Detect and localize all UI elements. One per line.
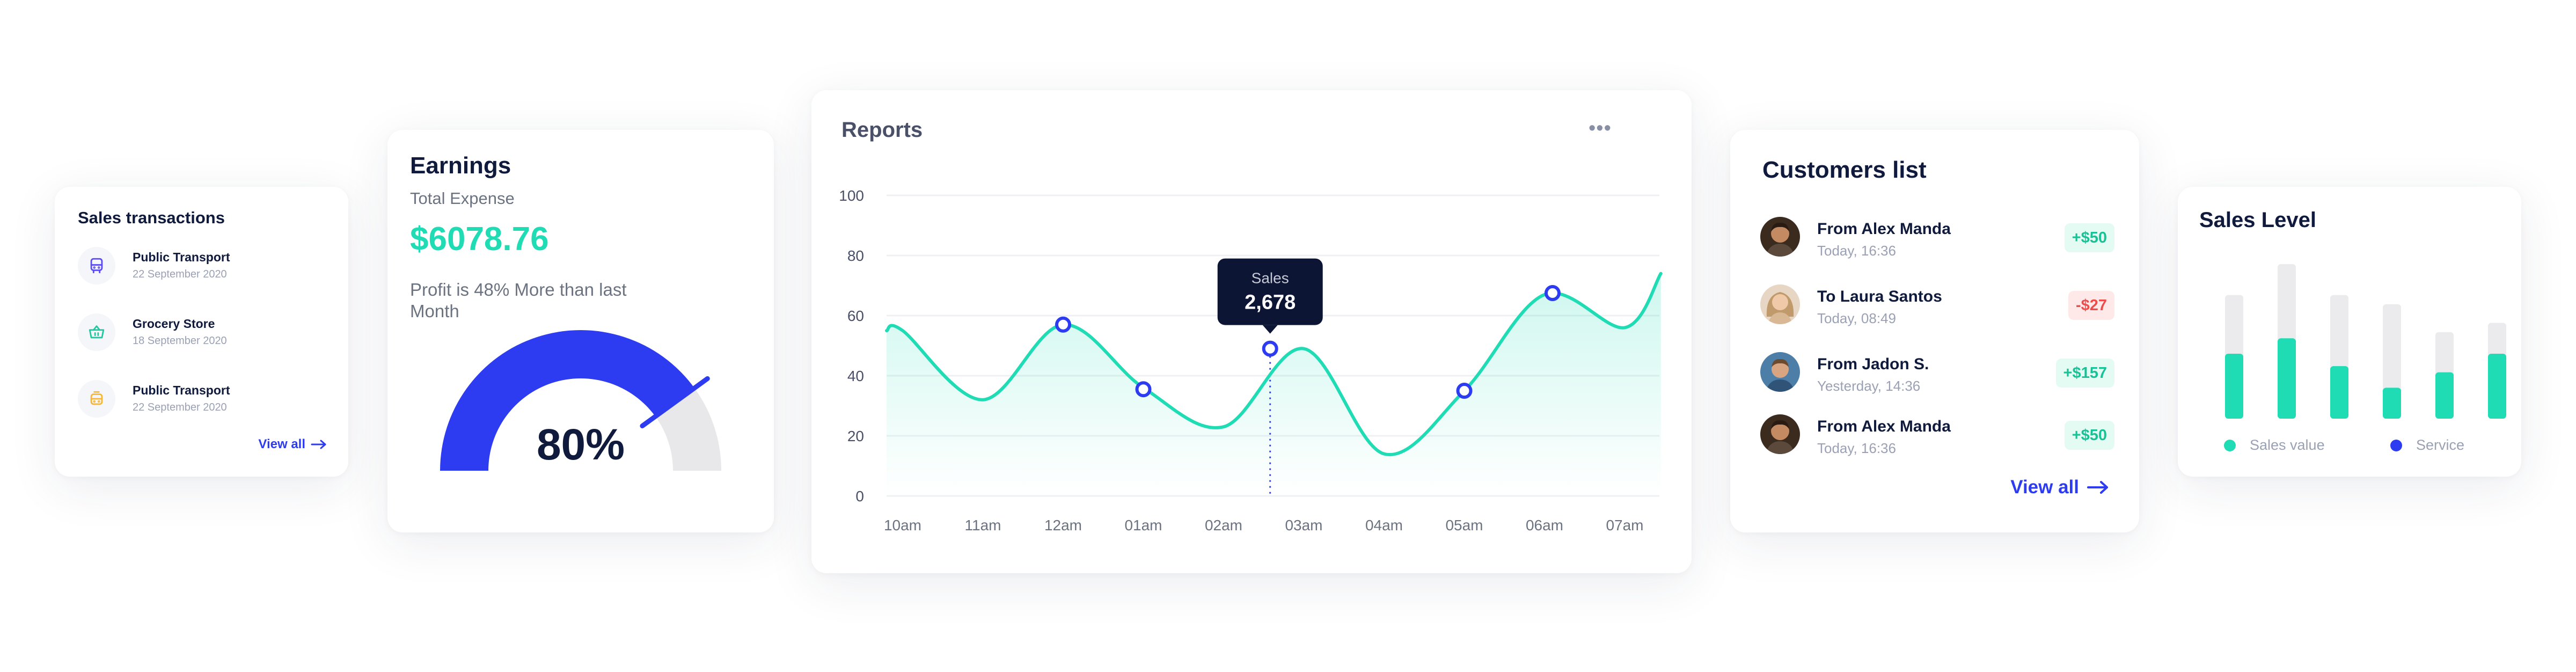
- amount-badge: -$27: [2068, 291, 2114, 320]
- transaction-item[interactable]: Public Transport 22 September 2020: [78, 247, 325, 290]
- data-point-marker[interactable]: [1055, 316, 1071, 333]
- bus-icon: [78, 247, 115, 284]
- customers-list-card: Customers list From Alex Manda Today, 16…: [1730, 130, 2139, 532]
- legend-service: Service: [2390, 437, 2464, 454]
- avatar: [1760, 217, 1800, 257]
- sales-transactions-card: Sales transactions Public Transport 22 S…: [55, 187, 348, 477]
- customers-list-title: Customers list: [1762, 157, 1927, 183]
- y-tick-label: 20: [847, 428, 864, 444]
- y-tick-label: 60: [847, 308, 864, 324]
- customer-name: From Alex Manda: [1817, 418, 1951, 435]
- view-all-label: View all: [258, 437, 305, 451]
- y-tick-label: 100: [839, 187, 864, 204]
- y-tick-label: 80: [847, 247, 864, 264]
- customer-name: From Jadon S.: [1817, 355, 1929, 373]
- sales-view-all-link[interactable]: View all: [258, 437, 327, 452]
- x-tick-label: 01am: [1124, 517, 1162, 534]
- reports-card: 0 20 40 60 80 100 10am 11am 12am 01am 02am 03am 04a…: [811, 90, 1692, 573]
- customer-name: To Laura Santos: [1817, 288, 1942, 305]
- earnings-subtitle: Total Expense: [410, 189, 515, 208]
- x-tick-label: 07am: [1606, 517, 1643, 534]
- earnings-card: Earnings Total Expense $6078.76 Profit i…: [387, 130, 774, 532]
- sales-level-card: Sales Level Sales value Service: [2178, 187, 2521, 477]
- sales-level-bar-chart: [2225, 264, 2506, 419]
- transaction-date: 22 September 2020: [133, 401, 227, 413]
- view-all-label: View all: [2010, 477, 2079, 498]
- reports-line-chart: 0 20 40 60 80 100 10am 11am 12am 01am 02am 03am 04a…: [839, 187, 1663, 534]
- customer-name: From Alex Manda: [1817, 220, 1951, 238]
- customer-time: Today, 16:36: [1817, 243, 1896, 259]
- tooltip-label: Sales: [1252, 270, 1289, 287]
- earnings-title: Earnings: [410, 152, 511, 179]
- x-tick-label: 06am: [1526, 517, 1563, 534]
- y-tick-label: 0: [855, 488, 864, 505]
- avatar: [1760, 414, 1800, 454]
- transaction-name: Grocery Store: [133, 317, 215, 331]
- chart-tooltip: Sales 2,678: [1217, 258, 1323, 334]
- bus-icon: [78, 380, 115, 418]
- customer-row[interactable]: From Alex Manda Today, 16:36 +$50: [1760, 217, 2114, 260]
- data-point-marker[interactable]: [1135, 381, 1152, 398]
- transaction-item[interactable]: Grocery Store 18 September 2020: [78, 313, 325, 356]
- avatar: [1760, 352, 1800, 392]
- legend-dot: [2224, 439, 2236, 451]
- reports-title: Reports: [841, 118, 923, 142]
- legend-label: Sales value: [2250, 437, 2325, 453]
- legend-dot: [2390, 439, 2402, 451]
- x-tick-label: 11am: [965, 517, 1001, 534]
- bar-value[interactable]: [2488, 354, 2506, 419]
- customer-row[interactable]: From Jadon S. Yesterday, 14:36 +$157: [1760, 352, 2114, 395]
- data-point-marker[interactable]: [1456, 383, 1473, 399]
- amount-badge: +$157: [2055, 359, 2114, 388]
- more-horizontal-icon[interactable]: •••: [1589, 118, 1612, 138]
- x-tick-label: 04am: [1365, 517, 1403, 534]
- x-tick-label: 12am: [1044, 517, 1082, 534]
- customer-row[interactable]: To Laura Santos Today, 08:49 -$27: [1760, 284, 2114, 327]
- x-tick-label: 10am: [884, 517, 921, 534]
- avatar: [1760, 284, 1800, 324]
- bar-value[interactable]: [2278, 338, 2296, 419]
- gauge-percent: 80%: [536, 420, 625, 469]
- data-point-marker[interactable]: [1262, 340, 1278, 357]
- customer-time: Today, 16:36: [1817, 440, 1896, 456]
- transaction-date: 22 September 2020: [133, 268, 227, 280]
- basket-icon: [78, 313, 115, 351]
- bar-value[interactable]: [2435, 372, 2454, 419]
- x-tick-label: 02am: [1205, 517, 1242, 534]
- legend-label: Service: [2416, 437, 2465, 453]
- tooltip-value: 2,678: [1245, 291, 1296, 314]
- transaction-item[interactable]: Public Transport 22 September 2020: [78, 380, 325, 423]
- x-tick-label: 03am: [1285, 517, 1322, 534]
- transaction-date: 18 September 2020: [133, 335, 227, 347]
- bar-value[interactable]: [2330, 366, 2348, 419]
- x-tick-label: 05am: [1445, 517, 1483, 534]
- data-point-marker[interactable]: [1544, 285, 1561, 301]
- customer-time: Today, 08:49: [1817, 310, 1896, 326]
- amount-badge: +$50: [2064, 421, 2114, 450]
- transaction-name: Public Transport: [133, 383, 230, 397]
- earnings-amount: $6078.76: [410, 221, 549, 258]
- earnings-note: Profit is 48% More than last Month: [410, 280, 627, 321]
- legend-sales-value: Sales value: [2224, 437, 2325, 454]
- sales-transactions-title: Sales transactions: [78, 208, 225, 227]
- amount-badge: +$50: [2064, 223, 2114, 252]
- customer-time: Yesterday, 14:36: [1817, 378, 1921, 394]
- arrow-right-icon: [311, 440, 326, 449]
- arrow-right-icon: [2087, 481, 2108, 494]
- bar-value[interactable]: [2383, 388, 2401, 419]
- bar-value[interactable]: [2225, 354, 2243, 419]
- customer-row[interactable]: From Alex Manda Today, 16:36 +$50: [1760, 414, 2114, 457]
- y-tick-label: 40: [847, 368, 864, 384]
- transaction-name: Public Transport: [133, 250, 230, 264]
- customers-view-all-link[interactable]: View all: [2010, 477, 2109, 498]
